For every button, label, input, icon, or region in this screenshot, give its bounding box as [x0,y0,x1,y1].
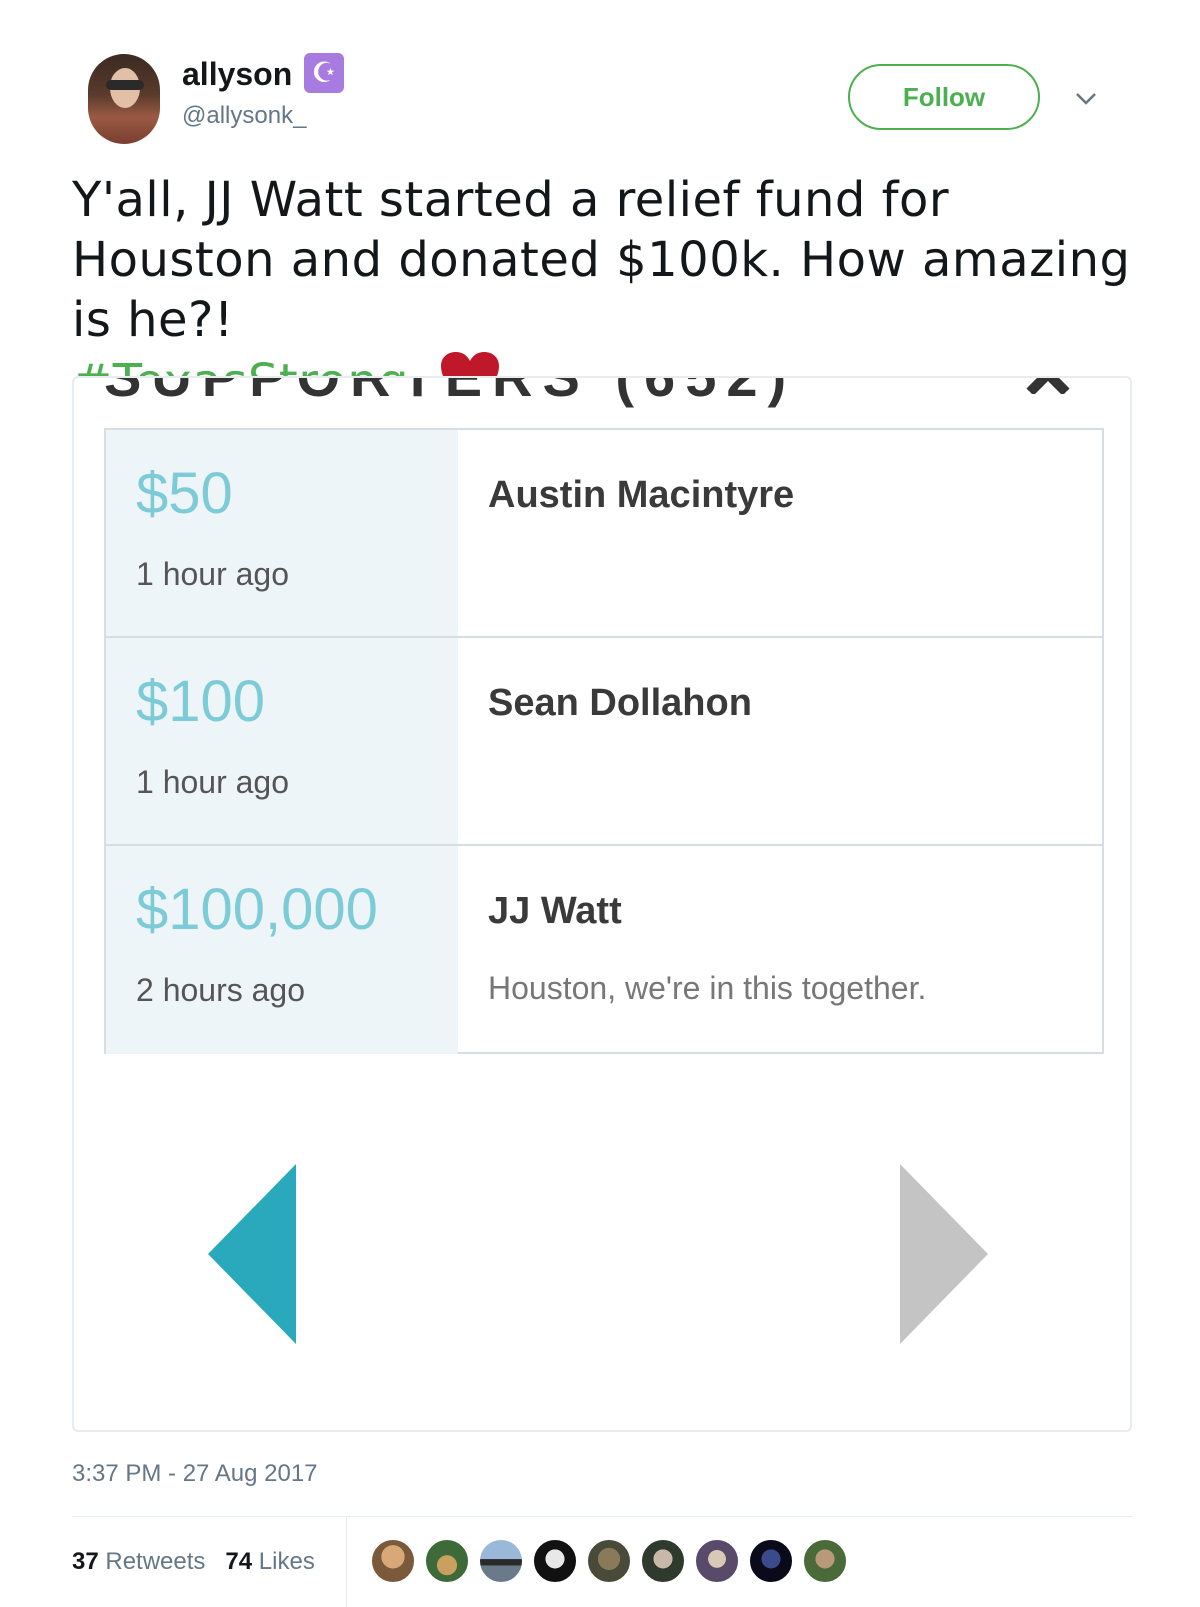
divider [72,1516,1132,1517]
retweets-count: 37 [72,1548,99,1575]
liker-avatar[interactable] [424,1538,470,1584]
supporters-heading: SUPPORTERS (652) [104,376,797,408]
liker-avatar[interactable] [640,1538,686,1584]
liker-avatar[interactable] [586,1538,632,1584]
tweet-header: allyson ☪ @allysonk_ Follow [72,50,1132,146]
liker-avatar[interactable] [802,1538,848,1584]
liker-avatar[interactable] [532,1538,578,1584]
author-handle[interactable]: @allysonk_ [182,102,306,130]
amount-cell: $100,000 2 hours ago [106,846,458,1054]
donation-amount: $100,000 [136,877,378,942]
supporter-name: Sean Dollahon [488,682,752,724]
chevron-down-icon[interactable] [1072,84,1100,112]
author-avatar[interactable] [88,54,160,144]
previous-arrow-icon [208,1164,296,1344]
next-arrow-icon [900,1164,988,1344]
likes-label: Likes [258,1548,315,1575]
supporter-row: $100,000 2 hours ago JJ Watt Houston, we… [106,846,1102,1054]
liker-avatar[interactable] [748,1538,794,1584]
author-display-name[interactable]: allyson [182,56,292,93]
donation-amount: $100 [136,669,266,734]
donation-time: 1 hour ago [136,764,290,800]
crescent-star-icon: ☪ [304,53,344,93]
likes-count: 74 [225,1548,253,1575]
donation-amount: $50 [136,461,233,526]
supporter-message: Houston, we're in this together. [488,970,927,1006]
supporter-row: $50 1 hour ago Austin Macintyre [106,430,1102,638]
liker-avatar[interactable] [478,1538,524,1584]
supporter-row: $100 1 hour ago Sean Dollahon [106,638,1102,846]
liker-avatars [370,1538,848,1584]
supporter-name: Austin Macintyre [488,474,795,516]
amount-cell: $50 1 hour ago [106,430,458,636]
donation-time: 1 hour ago [136,556,290,592]
liker-avatar[interactable] [694,1538,740,1584]
avatar-glasses [106,80,144,90]
liker-avatar[interactable] [370,1538,416,1584]
donation-time: 2 hours ago [136,972,306,1008]
supporters-table: $50 1 hour ago Austin Macintyre $100 1 h… [104,428,1104,1054]
tweet-body: Y'all, JJ Watt started a relief fund for… [72,172,1131,348]
follow-button[interactable]: Follow [848,64,1040,130]
retweets-stat[interactable]: 37 Retweets [72,1548,205,1576]
likes-stat[interactable]: 74 Likes [225,1548,314,1576]
close-icon [1026,378,1070,394]
supporter-name: JJ Watt [488,890,622,932]
retweets-label: Retweets [105,1548,206,1575]
amount-cell: $100 1 hour ago [106,638,458,844]
stats-divider [346,1516,347,1607]
embedded-image-card[interactable]: SUPPORTERS (652) $50 1 hour ago Austin M… [72,376,1132,1432]
tweet-timestamp[interactable]: 3:37 PM - 27 Aug 2017 [72,1460,318,1488]
engagement-stats: 37 Retweets 74 Likes [72,1542,315,1582]
